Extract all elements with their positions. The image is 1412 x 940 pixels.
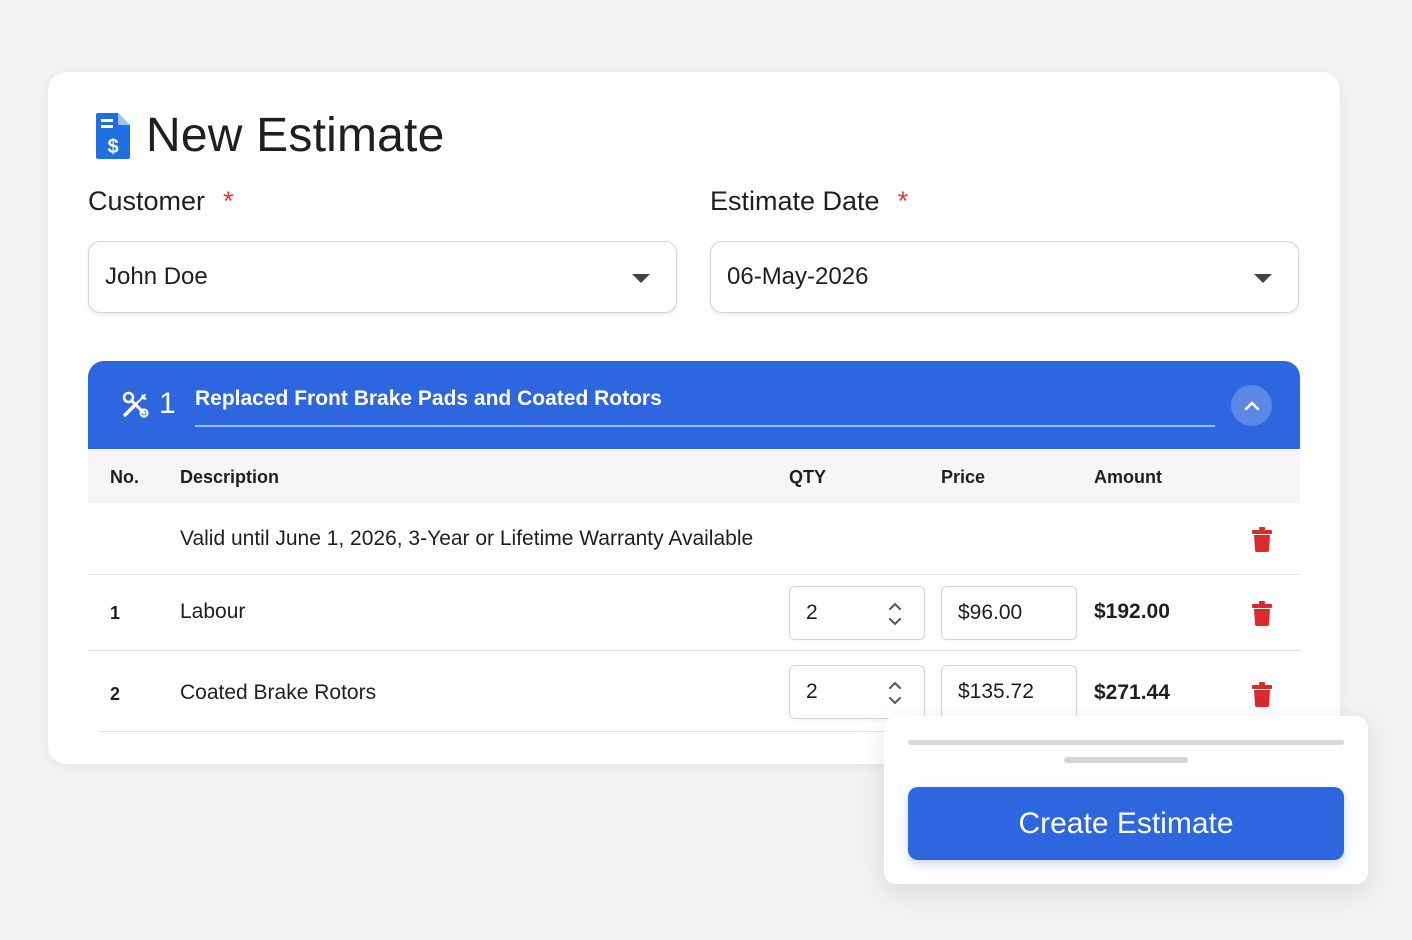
page-title: New Estimate	[146, 109, 445, 162]
caret-down-icon	[632, 274, 650, 283]
quantity-value: 2	[806, 680, 818, 703]
group-number: 1	[159, 387, 176, 420]
table-row: 1 Labour 2 $96.00 $192.00	[88, 575, 1300, 651]
price-input[interactable]: $135.72	[941, 665, 1077, 719]
invoice-dollar-icon: $	[96, 112, 130, 159]
row-number: 2	[110, 684, 121, 704]
title-row: $ New Estimate	[96, 108, 445, 163]
estimate-date-value: 06-May-2026	[727, 263, 869, 290]
customer-value: John Doe	[105, 263, 208, 290]
stepper-arrows-icon[interactable]	[888, 679, 902, 707]
column-header-description: Description	[180, 467, 280, 487]
svg-text:$: $	[107, 136, 118, 158]
estimate-date-select[interactable]: 06-May-2026	[710, 241, 1299, 313]
chevron-up-icon	[1244, 401, 1259, 410]
price-input[interactable]: $96.00	[941, 586, 1077, 640]
estimate-card: $ New Estimate Customer * John Doe Estima…	[48, 72, 1340, 764]
group-title-input[interactable]: Replaced Front Brake Pads and Coated Rot…	[195, 387, 662, 411]
row-number: 1	[110, 603, 121, 623]
row-description[interactable]: Coated Brake Rotors	[180, 681, 376, 705]
quantity-stepper[interactable]: 2	[789, 586, 925, 640]
price-value: $96.00	[958, 601, 1023, 624]
caret-down-icon	[1254, 274, 1272, 283]
action-footer: Create Estimate	[884, 716, 1368, 884]
required-mark: *	[897, 186, 909, 216]
trash-icon[interactable]	[1252, 601, 1272, 626]
stepper-arrows-icon[interactable]	[888, 600, 902, 628]
group-title-underline	[195, 425, 1215, 427]
required-mark: *	[223, 186, 234, 216]
row-amount: $271.44	[1094, 681, 1170, 704]
customer-select[interactable]: John Doe	[88, 241, 677, 313]
collapse-button[interactable]	[1231, 385, 1272, 426]
quantity-stepper[interactable]: 2	[789, 665, 925, 719]
trash-icon[interactable]	[1252, 682, 1272, 707]
price-value: $135.72	[958, 680, 1034, 703]
column-header-price: Price	[941, 467, 986, 487]
note-row: Valid until June 1, 2026, 3-Year or Life…	[88, 503, 1300, 575]
column-header-no: No.	[110, 467, 139, 487]
trash-icon[interactable]	[1252, 527, 1272, 552]
footer-divider	[908, 740, 1344, 745]
table-header: No. Description QTY Price Amount	[88, 449, 1300, 503]
tools-icon	[122, 391, 149, 418]
drag-handle[interactable]	[1064, 757, 1188, 763]
row-description[interactable]: Labour	[180, 600, 245, 624]
column-header-amount: Amount	[1094, 467, 1162, 487]
customer-label-text: Customer	[88, 186, 206, 216]
column-header-qty: QTY	[789, 467, 827, 487]
estimate-date-label-text: Estimate Date	[710, 186, 880, 216]
estimate-date-label: Estimate Date *	[710, 186, 908, 217]
customer-label: Customer *	[88, 186, 234, 217]
service-group-header: 1 Replaced Front Brake Pads and Coated R…	[88, 361, 1300, 449]
create-estimate-button[interactable]: Create Estimate	[908, 787, 1344, 860]
quantity-value: 2	[806, 601, 818, 624]
note-description[interactable]: Valid until June 1, 2026, 3-Year or Life…	[180, 527, 753, 551]
row-amount: $192.00	[1094, 600, 1170, 623]
